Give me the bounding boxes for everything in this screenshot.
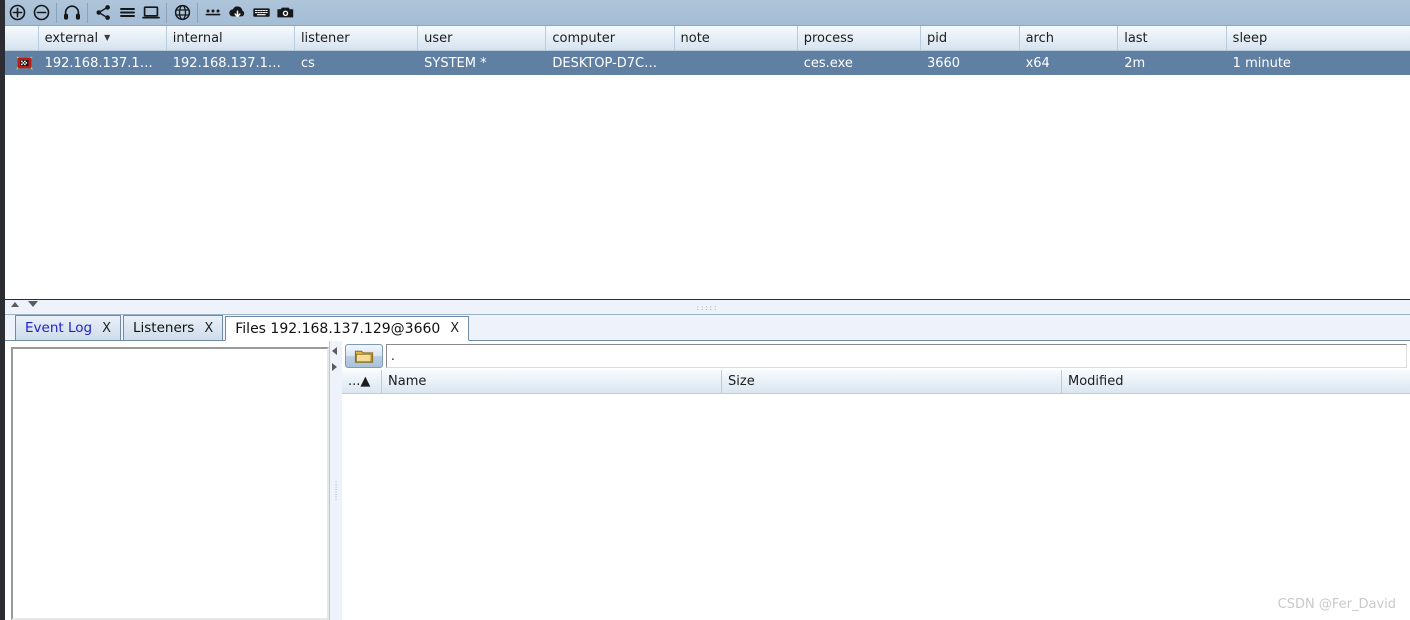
sessions-col-internal[interactable]: internal — [167, 26, 295, 50]
remove-connection-icon[interactable] — [29, 1, 53, 25]
target-table-icon[interactable] — [139, 1, 163, 25]
cell-sleep: 1 minute — [1232, 55, 1291, 71]
sessions-col-computer[interactable]: computer — [546, 26, 675, 50]
file-table-header: ... ▲ Name Size Modified — [342, 370, 1410, 394]
sessions-col-last[interactable]: last — [1118, 26, 1227, 50]
file-col-type[interactable]: ... ▲ — [342, 370, 382, 393]
horizontal-splitter[interactable]: ::::: — [5, 300, 1410, 315]
toolbar-separator — [166, 2, 167, 23]
cell-computer: DESKTOP-D7C… — [552, 55, 658, 71]
col-label: process — [803, 30, 854, 46]
splitter-grip: :::: — [334, 478, 338, 502]
path-input[interactable]: . — [386, 344, 1407, 368]
col-label: listener — [300, 30, 350, 46]
tab-files[interactable]: Files 192.168.137.129@3660 X — [225, 316, 470, 341]
file-table-body[interactable] — [342, 394, 1410, 620]
cell-listener: cs — [300, 55, 315, 71]
tab-label: Files 192.168.137.129@3660 — [235, 320, 441, 337]
downloads-icon[interactable] — [225, 1, 249, 25]
up-folder-icon[interactable] — [345, 344, 383, 368]
cell-arch: x64 — [1025, 55, 1050, 71]
table-row[interactable]: 192.168.137.1… 192.168.137.1… cs SYSTEM … — [5, 51, 1410, 75]
screenshots-icon[interactable] — [273, 1, 297, 25]
toolbar-separator — [197, 2, 198, 23]
keystrokes-icon[interactable] — [249, 1, 273, 25]
tab-label: Event Log — [25, 320, 93, 336]
file-table[interactable]: ... ▲ Name Size Modified — [342, 369, 1410, 620]
tab-listeners[interactable]: Listeners X — [122, 315, 224, 340]
beacon-elevated-icon — [5, 51, 39, 75]
col-label: Name — [388, 374, 427, 389]
col-label: user — [424, 30, 453, 46]
toolbar-separator — [87, 2, 88, 23]
col-label: Modified — [1068, 374, 1124, 389]
cell-user: SYSTEM * — [424, 55, 487, 71]
tab-close-icon[interactable]: X — [450, 321, 459, 336]
sessions-col-icon[interactable] — [5, 26, 39, 50]
session-table-icon[interactable] — [115, 1, 139, 25]
tab-label: Listeners — [132, 320, 195, 336]
cell-internal: 192.168.137.1… — [172, 55, 281, 71]
cell-process: ces.exe — [803, 55, 853, 71]
tab-close-icon[interactable]: X — [204, 321, 213, 336]
col-label: last — [1124, 30, 1148, 46]
console-panel — [5, 341, 329, 620]
console-output[interactable] — [11, 347, 329, 620]
col-label: Size — [728, 374, 755, 389]
col-label: computer — [552, 30, 616, 46]
sessions-col-external[interactable]: external ▼ — [39, 26, 167, 50]
cell-note — [675, 51, 798, 75]
sessions-table-header: external ▼ internal listener user comput… — [5, 26, 1410, 51]
cobalt-strike-window: external ▼ internal listener user comput… — [0, 0, 1410, 620]
sessions-col-note[interactable]: note — [675, 26, 798, 50]
col-label: ... — [348, 374, 361, 389]
listeners-icon[interactable] — [60, 1, 84, 25]
tab-close-icon[interactable]: X — [102, 321, 111, 336]
sort-desc-icon: ▼ — [104, 33, 111, 42]
session-graph-icon[interactable] — [91, 1, 115, 25]
tab-event-log[interactable]: Event Log X — [15, 315, 121, 340]
sessions-col-listener[interactable]: listener — [295, 26, 419, 50]
tab-bar: Event Log X Listeners X Files 192.168.13… — [5, 315, 1410, 341]
credentials-icon[interactable] — [201, 1, 225, 25]
sessions-col-user[interactable]: user — [418, 26, 547, 50]
sessions-col-sleep[interactable]: sleep — [1227, 26, 1410, 50]
path-value: . — [391, 349, 395, 363]
col-label: pid — [926, 30, 948, 46]
chevron-down-icon[interactable] — [28, 301, 38, 307]
chevron-up-icon[interactable] — [11, 301, 19, 307]
web-log-icon[interactable] — [170, 1, 194, 25]
splitter-grip: ::::: — [696, 304, 719, 312]
cell-last: 2m — [1124, 55, 1146, 71]
add-connection-icon[interactable] — [5, 1, 29, 25]
file-browser-toolbar: . — [342, 341, 1410, 369]
col-label: note — [680, 30, 710, 46]
sessions-col-process[interactable]: process — [798, 26, 921, 50]
file-browser: . ... ▲ Name Size Modified — [342, 341, 1410, 620]
window-left-rail — [0, 0, 5, 620]
toolbar-separator — [56, 2, 57, 23]
sessions-col-pid[interactable]: pid — [921, 26, 1020, 50]
main-toolbar — [0, 0, 1410, 26]
cell-pid: 3660 — [926, 55, 961, 71]
file-col-modified[interactable]: Modified — [1062, 370, 1410, 393]
lower-content: :::: . ... ▲ Name Size Modified — [5, 341, 1410, 620]
col-label: internal — [172, 30, 223, 46]
splitter-collapse-arrows[interactable] — [11, 301, 38, 307]
col-label: external — [44, 30, 99, 46]
cell-external: 192.168.137.1… — [44, 55, 153, 71]
sort-asc-icon: ▲ — [360, 374, 371, 389]
chevron-left-icon[interactable] — [332, 347, 337, 355]
sessions-table[interactable]: external ▼ internal listener user comput… — [5, 26, 1410, 300]
vertical-splitter[interactable]: :::: — [329, 341, 342, 620]
sessions-col-arch[interactable]: arch — [1020, 26, 1119, 50]
splitter-collapse-arrows[interactable] — [332, 347, 337, 371]
col-label: sleep — [1232, 30, 1268, 46]
file-col-name[interactable]: Name — [382, 370, 722, 393]
file-col-size[interactable]: Size — [722, 370, 1062, 393]
col-label: arch — [1025, 30, 1055, 46]
chevron-right-icon[interactable] — [332, 363, 337, 371]
